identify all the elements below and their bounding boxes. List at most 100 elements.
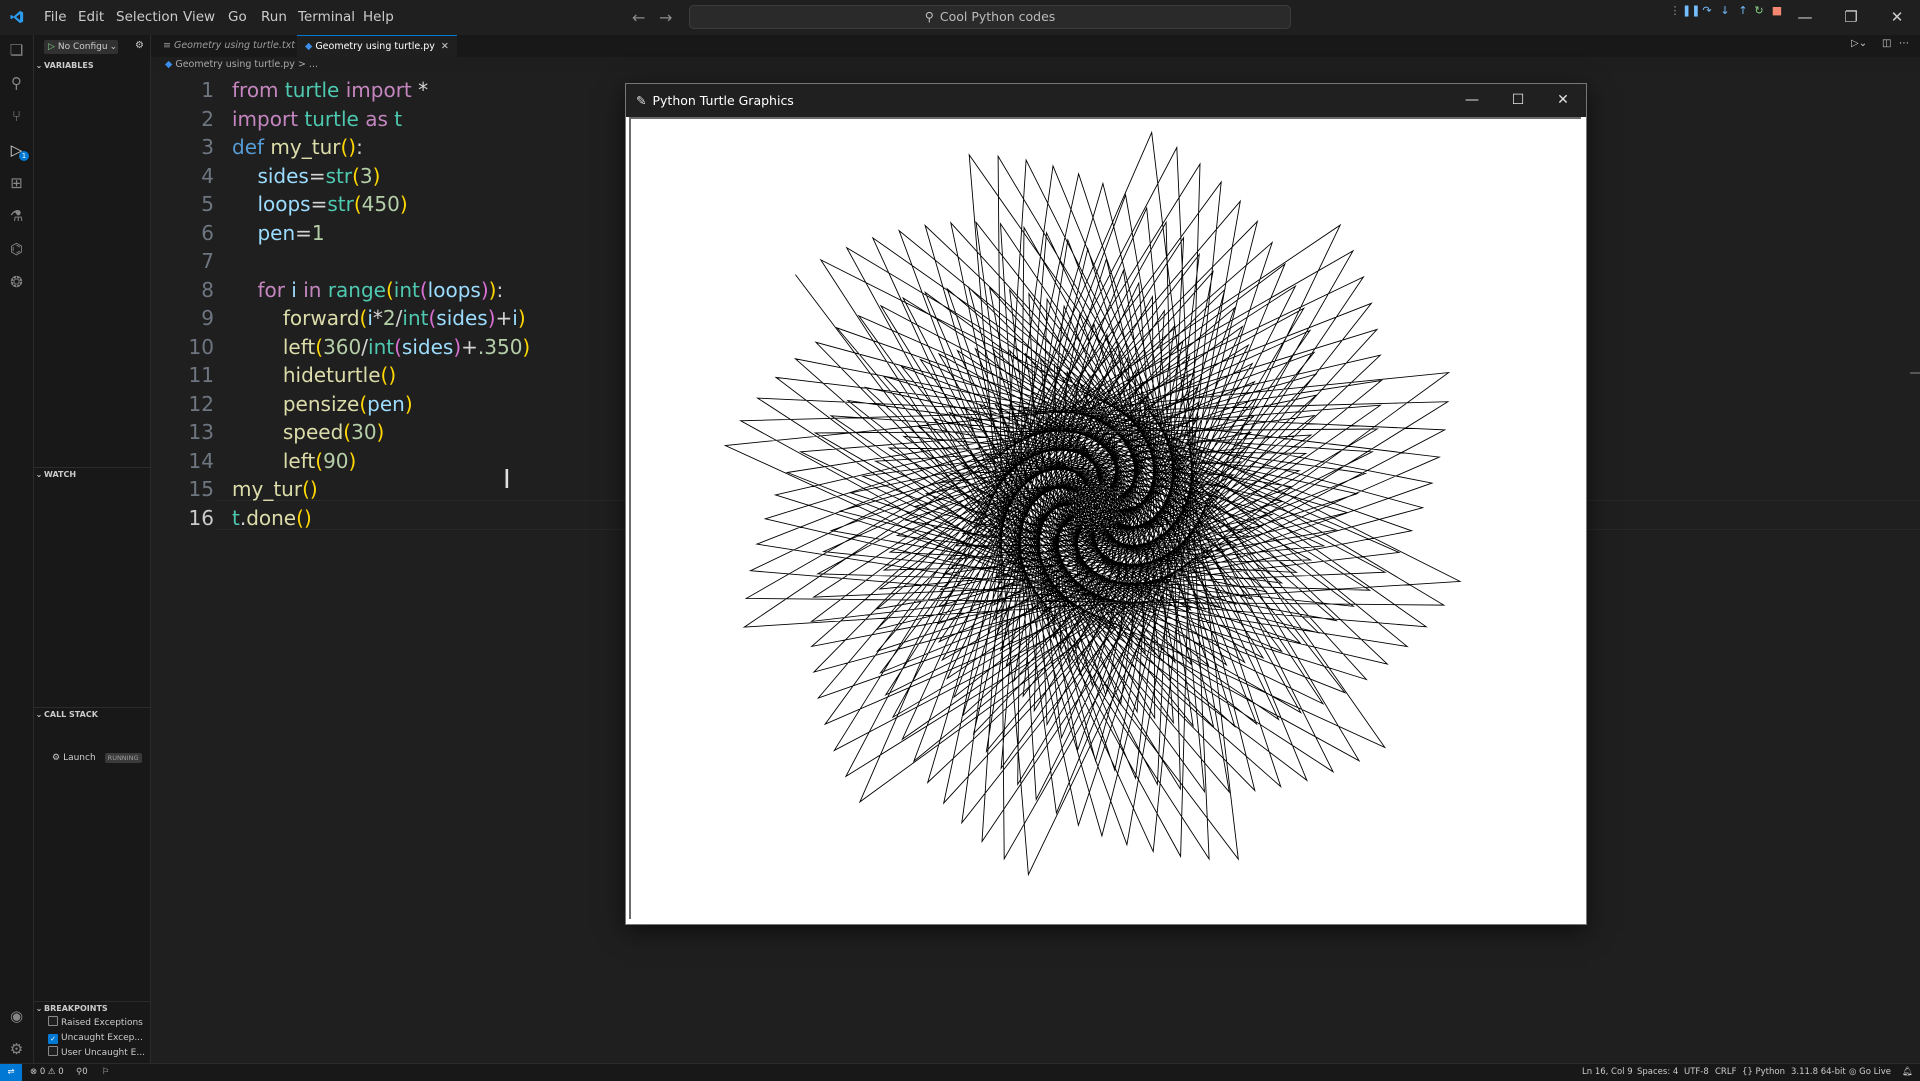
menu-selection[interactable]: Selection bbox=[110, 0, 184, 35]
source-control-icon[interactable]: ⑂ bbox=[0, 101, 33, 131]
breadcrumb-path: Geometry using turtle.py > ... bbox=[175, 59, 318, 70]
debug-settings-gear-icon[interactable]: ⚙ bbox=[135, 40, 144, 51]
notifications-bell-icon[interactable]: 🔔︎ bbox=[1902, 1064, 1913, 1081]
split-editor-icon[interactable]: ◫ bbox=[1882, 38, 1891, 49]
turtle-window-titlebar[interactable]: ✎ Python Turtle Graphics — ☐ ✕ bbox=[626, 84, 1586, 117]
step-out-icon[interactable]: ↑ bbox=[1736, 4, 1750, 18]
indentation[interactable]: Spaces: 4 bbox=[1637, 1064, 1678, 1081]
line-ending[interactable]: CRLF bbox=[1715, 1064, 1736, 1081]
breadcrumb[interactable]: ◆ Geometry using turtle.py > ... bbox=[165, 59, 318, 70]
search-icon[interactable]: ⚲ bbox=[0, 68, 33, 98]
call-stack-title: CALL STACK bbox=[44, 710, 98, 719]
menu-view[interactable]: View bbox=[177, 0, 221, 35]
copilot-icon[interactable]: ❂ bbox=[0, 267, 33, 297]
line-number: 4 bbox=[201, 163, 214, 188]
step-over-icon[interactable]: ↷ bbox=[1700, 4, 1714, 18]
restart-icon[interactable]: ↻ bbox=[1752, 4, 1766, 18]
menu-help[interactable]: Help bbox=[357, 0, 400, 35]
menu-go[interactable]: Go bbox=[222, 0, 253, 35]
tab-geometry-py[interactable]: ◆ Geometry using turtle.py ✕ bbox=[297, 35, 457, 57]
code-line[interactable]: left(360/int(sides)+.350) bbox=[232, 333, 530, 362]
minimize-icon[interactable]: — bbox=[1449, 84, 1495, 117]
code-line[interactable]: pen=1 bbox=[232, 219, 324, 248]
code-line[interactable]: loops=str(450) bbox=[232, 190, 407, 219]
close-icon[interactable]: ✕ bbox=[1540, 84, 1586, 117]
variables-section-header[interactable]: ⌄ VARIABLES bbox=[34, 59, 150, 73]
menu-edit[interactable]: Edit bbox=[72, 0, 110, 35]
checkbox[interactable] bbox=[48, 1016, 58, 1026]
code-line[interactable]: t.done() bbox=[232, 504, 312, 533]
breakpoint-user-uncaught[interactable]: User Uncaught E... bbox=[48, 1046, 148, 1060]
code-line[interactable]: my_tur() bbox=[232, 475, 318, 504]
code-line[interactable]: from turtle import * bbox=[232, 76, 428, 105]
line-number-current: 16 bbox=[188, 505, 214, 530]
code-line[interactable]: for i in range(int(loops)): bbox=[232, 276, 503, 305]
code-line[interactable]: forward(i*2/int(sides)+i) bbox=[232, 304, 526, 333]
code-line[interactable]: import turtle as t bbox=[232, 105, 402, 134]
step-into-icon[interactable]: ↓ bbox=[1718, 4, 1732, 18]
code-line[interactable]: hideturtle() bbox=[232, 361, 396, 390]
python-icon[interactable]: ⌬ bbox=[0, 234, 33, 264]
run-file-icon[interactable]: ▷⌄ bbox=[1851, 38, 1867, 49]
restore-icon[interactable]: ❐ bbox=[1828, 0, 1874, 35]
watch-section-header[interactable]: ⌄ WATCH bbox=[34, 467, 150, 482]
breakpoint-label: Raised Exceptions bbox=[61, 1018, 143, 1028]
line-number: 7 bbox=[201, 249, 214, 273]
run-and-debug-icon[interactable]: ▷ bbox=[0, 135, 33, 165]
run-configuration-dropdown[interactable]: ▷ No Configu ⌄ bbox=[44, 40, 118, 54]
explorer-icon[interactable]: ❏ bbox=[0, 35, 33, 65]
turtle-canvas[interactable] bbox=[629, 117, 1581, 919]
call-stack-section-header[interactable]: ⌄ CALL STACK bbox=[34, 707, 150, 722]
pause-icon[interactable]: ❚❚ bbox=[1682, 4, 1700, 18]
remote-indicator-icon[interactable]: ⇌ bbox=[0, 1064, 22, 1081]
tab-label: Geometry using turtle.py bbox=[315, 41, 435, 52]
back-arrow-icon[interactable]: ← bbox=[632, 0, 645, 35]
menu-file[interactable]: File bbox=[38, 0, 73, 35]
encoding[interactable]: UTF-8 bbox=[1684, 1064, 1709, 1081]
debug-toolbar-grip-icon[interactable]: ⋮ bbox=[1668, 4, 1682, 18]
breakpoint-uncaught-exceptions[interactable]: ✓ Uncaught Excep... bbox=[48, 1031, 148, 1045]
start-debugging-icon[interactable]: ▷ bbox=[48, 42, 55, 52]
cursor-position[interactable]: Ln 16, Col 9 bbox=[1582, 1064, 1633, 1081]
line-number: 14 bbox=[188, 448, 214, 473]
breakpoints-section-header[interactable]: ⌄ BREAKPOINTS bbox=[34, 1001, 150, 1016]
code-line[interactable]: pensize(pen) bbox=[232, 390, 413, 419]
close-icon[interactable]: ✕ bbox=[1874, 0, 1920, 35]
language-mode[interactable]: {} Python bbox=[1742, 1064, 1785, 1081]
testing-icon[interactable]: ⚗ bbox=[0, 201, 33, 231]
maximize-icon[interactable]: ☐ bbox=[1495, 84, 1541, 117]
close-tab-icon[interactable]: ✕ bbox=[441, 41, 449, 52]
code-line[interactable]: sides=str(3) bbox=[232, 162, 380, 191]
code-line[interactable]: def my_tur(): bbox=[232, 133, 363, 162]
extensions-icon[interactable]: ⊞ bbox=[0, 168, 33, 198]
go-live-button[interactable]: ◎ Go Live bbox=[1849, 1064, 1891, 1081]
debug-status-icon[interactable]: ⚐ bbox=[102, 1064, 110, 1081]
code-line[interactable]: speed(30) bbox=[232, 418, 385, 447]
chevron-down-icon: ⌄ bbox=[35, 1004, 43, 1013]
turtle-graphics-window[interactable]: ✎ Python Turtle Graphics — ☐ ✕ bbox=[625, 83, 1587, 925]
feather-icon: ✎ bbox=[636, 93, 647, 108]
call-stack-item[interactable]: ⚙ Launch RUNNING bbox=[52, 751, 147, 765]
line-number: 9 bbox=[201, 306, 214, 330]
call-stack-label: Launch bbox=[63, 753, 96, 763]
forward-arrow-icon[interactable]: → bbox=[659, 0, 672, 35]
menu-run[interactable]: Run bbox=[255, 0, 293, 35]
checkbox[interactable] bbox=[48, 1046, 58, 1056]
more-actions-icon[interactable]: ⋯ bbox=[1899, 38, 1909, 49]
minimap-slider[interactable] bbox=[1910, 372, 1920, 374]
account-icon[interactable]: ◉ bbox=[0, 1001, 33, 1031]
minimize-icon[interactable]: — bbox=[1782, 0, 1828, 35]
variables-title: VARIABLES bbox=[44, 61, 94, 70]
breakpoint-raised-exceptions[interactable]: Raised Exceptions bbox=[48, 1016, 148, 1030]
code-line[interactable]: left(90) bbox=[232, 447, 356, 476]
activity-bar: ❏ ⚲ ⑂ ▷ 1 ⊞ ⚗ ⌬ ❂ ◉ ⚙ bbox=[0, 35, 34, 1070]
checkbox-checked[interactable]: ✓ bbox=[48, 1034, 58, 1044]
settings-gear-icon[interactable]: ⚙ bbox=[0, 1034, 33, 1064]
problems-indicator[interactable]: ⊗ 0 ⚠ 0 bbox=[30, 1064, 64, 1081]
line-number: 8 bbox=[201, 277, 214, 302]
menu-terminal[interactable]: Terminal bbox=[292, 0, 361, 35]
python-interpreter[interactable]: 3.11.8 64-bit bbox=[1791, 1064, 1846, 1081]
tab-geometry-txt[interactable]: ≡ Geometry using turtle.txt bbox=[155, 35, 303, 57]
ports-indicator[interactable]: ⚲0 bbox=[76, 1064, 88, 1081]
command-center-search[interactable]: ⚲ Cool Python codes bbox=[689, 5, 1291, 29]
